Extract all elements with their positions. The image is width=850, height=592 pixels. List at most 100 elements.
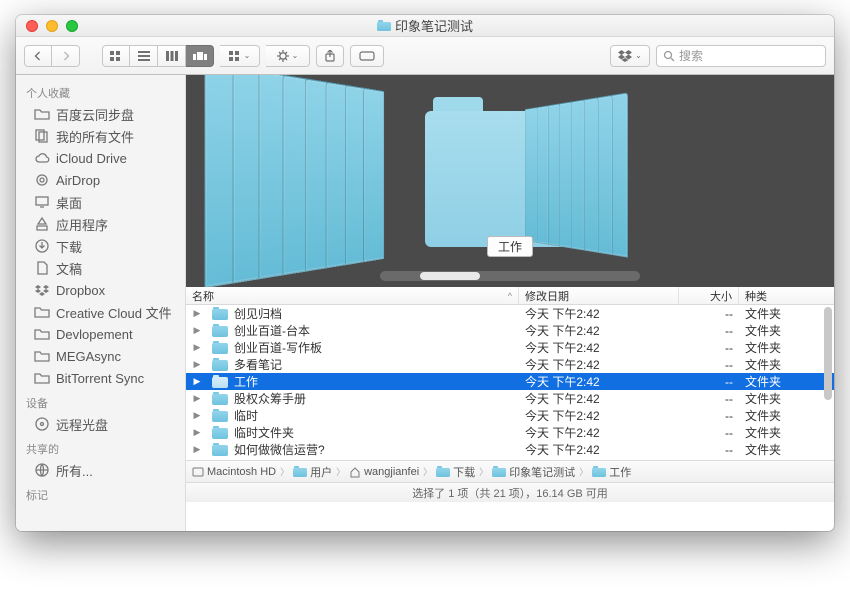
path-separator-icon: 〉: [280, 465, 289, 478]
table-row[interactable]: ▶创见归档今天 下午2:42--文件夹: [186, 305, 834, 322]
sidebar-item[interactable]: Devlopement: [16, 323, 185, 345]
column-view-button[interactable]: [158, 45, 186, 67]
sidebar-item-label: 我的所有文件: [56, 127, 134, 146]
sidebar-item[interactable]: iCloud Drive: [16, 147, 185, 169]
size: --: [679, 358, 739, 372]
icon-view-button[interactable]: [102, 45, 130, 67]
coverflow-view-button[interactable]: [186, 45, 214, 67]
size: --: [679, 375, 739, 389]
column-name[interactable]: 名称^: [186, 287, 519, 304]
vertical-scrollbar[interactable]: [824, 307, 832, 400]
list-view-button[interactable]: [130, 45, 158, 67]
close-button[interactable]: [26, 20, 38, 32]
table-row[interactable]: ▶多看笔记今天 下午2:42--文件夹: [186, 356, 834, 373]
column-date[interactable]: 修改日期: [519, 287, 679, 304]
date-modified: 今天 下午2:42: [519, 322, 679, 339]
list-header: 名称^ 修改日期 大小 种类: [186, 287, 834, 305]
disclosure-triangle-icon[interactable]: ▶: [192, 393, 202, 404]
coverflow[interactable]: 工作: [186, 75, 834, 287]
path-separator-icon: 〉: [579, 465, 588, 478]
sidebar-item[interactable]: BitTorrent Sync: [16, 367, 185, 389]
action-button[interactable]: ⌄: [266, 45, 310, 67]
column-size[interactable]: 大小: [679, 287, 739, 304]
table-row[interactable]: ▶如何做微信运营?今天 下午2:42--文件夹: [186, 441, 834, 458]
sidebar-item[interactable]: Creative Cloud 文件: [16, 301, 185, 323]
folder-icon: [377, 20, 391, 31]
maximize-button[interactable]: [66, 20, 78, 32]
column-kind[interactable]: 种类: [739, 287, 834, 304]
sidebar-item[interactable]: 远程光盘: [16, 413, 185, 435]
dropbox-icon: [34, 282, 50, 298]
table-row[interactable]: ▶工作今天 下午2:42--文件夹: [186, 373, 834, 390]
folder-icon: [212, 358, 228, 371]
folder-icon: [436, 466, 450, 477]
table-row[interactable]: ▶创业百道-台本今天 下午2:42--文件夹: [186, 322, 834, 339]
search-placeholder: 搜索: [679, 47, 703, 64]
path-segment[interactable]: wangjianfei: [349, 466, 419, 478]
sidebar-item[interactable]: 文稿: [16, 257, 185, 279]
path-segment[interactable]: 用户: [293, 464, 332, 480]
sidebar-item[interactable]: AirDrop: [16, 169, 185, 191]
table-row[interactable]: ▶创业百道-写作板今天 下午2:42--文件夹: [186, 339, 834, 356]
dropbox-menu-button[interactable]: ⌄: [610, 45, 650, 67]
back-button[interactable]: [24, 45, 52, 67]
table-row[interactable]: ▶临时今天 下午2:42--文件夹: [186, 407, 834, 424]
table-row[interactable]: ▶股权众筹手册今天 下午2:42--文件夹: [186, 390, 834, 407]
file-name: 创业百道-写作板: [234, 339, 322, 356]
sidebar-item[interactable]: 桌面: [16, 191, 185, 213]
forward-button[interactable]: [52, 45, 80, 67]
sidebar-item[interactable]: 应用程序: [16, 213, 185, 235]
sidebar-item[interactable]: 所有...: [16, 459, 185, 481]
body: 个人收藏 百度云同步盘我的所有文件iCloud DriveAirDrop桌面应用…: [16, 75, 834, 531]
kind: 文件夹: [739, 305, 834, 322]
sidebar-item-label: BitTorrent Sync: [56, 371, 144, 386]
kind: 文件夹: [739, 356, 834, 373]
sidebar-item-label: 百度云同步盘: [56, 105, 134, 124]
sidebar: 个人收藏 百度云同步盘我的所有文件iCloud DriveAirDrop桌面应用…: [16, 75, 186, 531]
path-segment[interactable]: 印象笔记测试: [492, 464, 575, 480]
path-segment[interactable]: Macintosh HD: [192, 466, 276, 478]
file-list[interactable]: ▶创见归档今天 下午2:42--文件夹▶创业百道-台本今天 下午2:42--文件…: [186, 305, 834, 460]
folder-icon: [492, 466, 506, 477]
disclosure-triangle-icon[interactable]: ▶: [192, 359, 202, 370]
sidebar-item[interactable]: MEGAsync: [16, 345, 185, 367]
disclosure-triangle-icon[interactable]: ▶: [192, 342, 202, 353]
tags-button[interactable]: [350, 45, 384, 67]
disclosure-triangle-icon[interactable]: ▶: [192, 325, 202, 336]
table-row[interactable]: ▶收藏今天 下午2:42--文件夹: [186, 458, 834, 460]
size: --: [679, 392, 739, 406]
kind: 文件夹: [739, 458, 834, 460]
path-segment[interactable]: 下载: [436, 464, 475, 480]
action-group: ⌄: [266, 45, 310, 67]
sidebar-item-label: MEGAsync: [56, 349, 121, 364]
size: --: [679, 341, 739, 355]
sidebar-item-label: Creative Cloud 文件: [56, 303, 172, 322]
sidebar-item[interactable]: 我的所有文件: [16, 125, 185, 147]
disclosure-triangle-icon[interactable]: ▶: [192, 444, 202, 455]
sidebar-item-label: 所有...: [56, 461, 93, 480]
sidebar-section-favorites: 个人收藏: [16, 79, 185, 103]
disclosure-triangle-icon[interactable]: ▶: [192, 308, 202, 319]
disk-icon: [192, 466, 204, 478]
file-name: 股权众筹手册: [234, 390, 306, 407]
path-label: 用户: [310, 464, 332, 480]
minimize-button[interactable]: [46, 20, 58, 32]
path-segment[interactable]: 工作: [592, 464, 631, 480]
arrange-button[interactable]: ⌄: [220, 45, 260, 67]
finder-window: 印象笔记测试 ⌄ ⌄ ⌄ 搜索 个人: [16, 15, 834, 531]
disclosure-triangle-icon[interactable]: ▶: [192, 376, 202, 387]
table-row[interactable]: ▶临时文件夹今天 下午2:42--文件夹: [186, 424, 834, 441]
sidebar-item[interactable]: 百度云同步盘: [16, 103, 185, 125]
disclosure-triangle-icon[interactable]: ▶: [192, 410, 202, 421]
window-title-text: 印象笔记测试: [395, 16, 473, 35]
disclosure-triangle-icon[interactable]: ▶: [192, 427, 202, 438]
folder-icon: [212, 324, 228, 337]
search-input[interactable]: 搜索: [656, 45, 826, 67]
folder-icon: [212, 341, 228, 354]
sidebar-item[interactable]: 下载: [16, 235, 185, 257]
kind: 文件夹: [739, 390, 834, 407]
sidebar-item[interactable]: Dropbox: [16, 279, 185, 301]
coverflow-scrollbar[interactable]: [380, 271, 640, 281]
globe-icon: [34, 462, 50, 478]
share-button[interactable]: [316, 45, 344, 67]
